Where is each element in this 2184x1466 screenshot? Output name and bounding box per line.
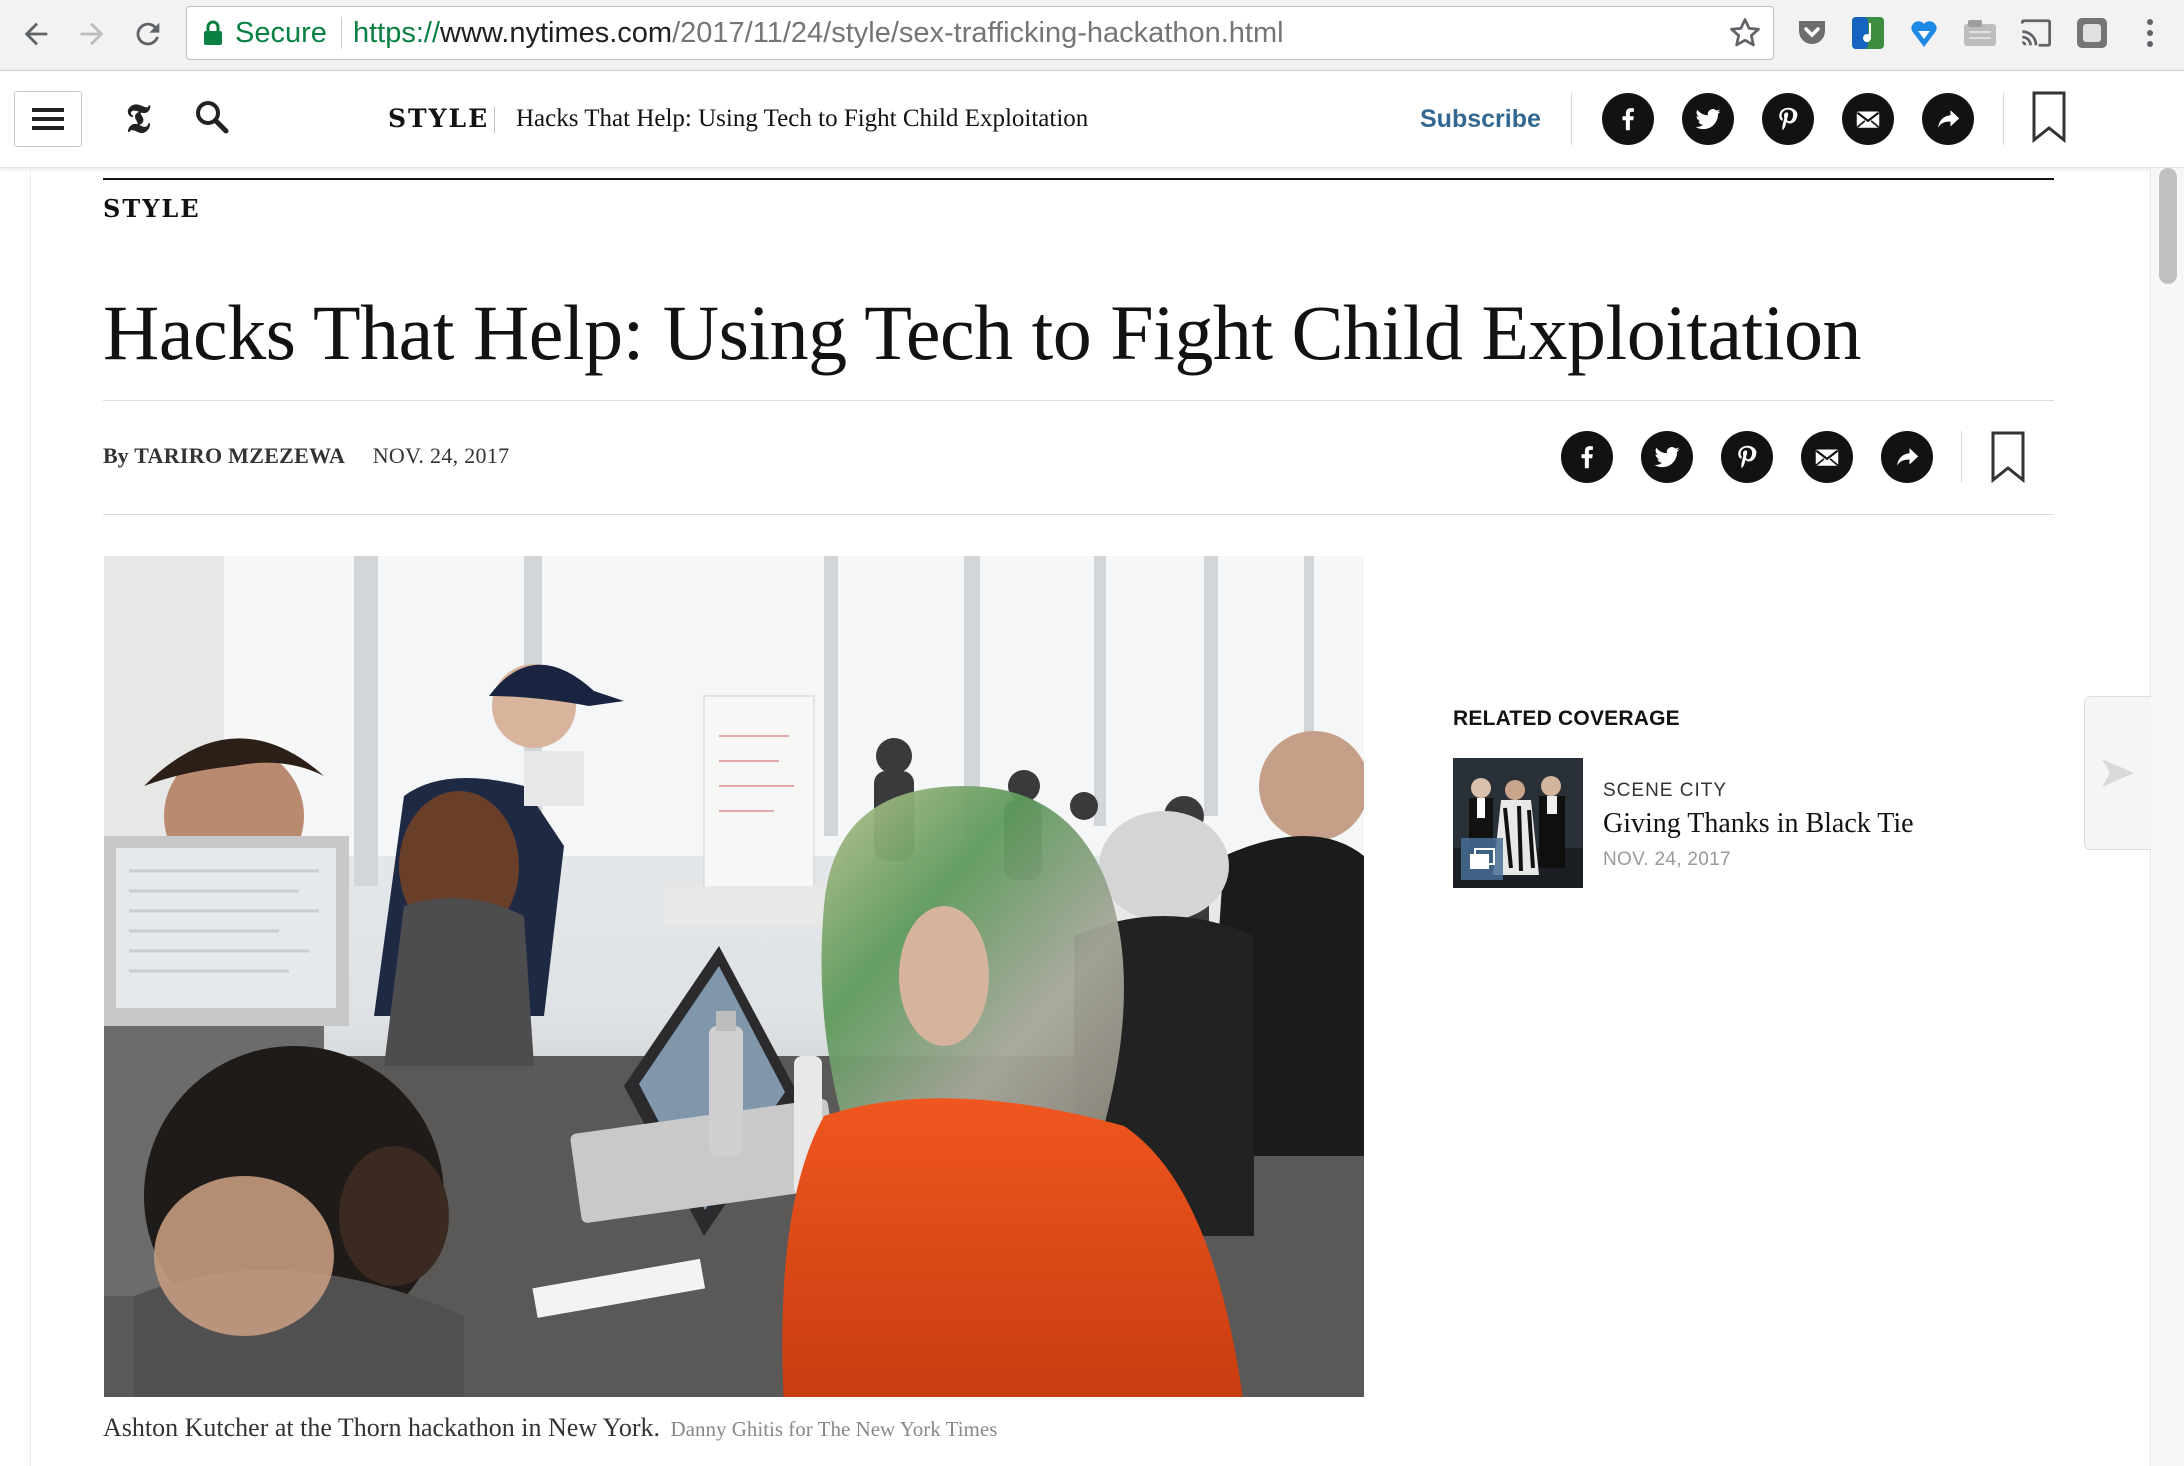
header-divider [494,107,495,133]
header-separator-2 [2003,93,2004,145]
page-scrollbar[interactable] [2150,168,2184,1466]
related-coverage-title: RELATED COVERAGE [1453,707,1680,730]
heart-extension[interactable] [1904,13,1944,53]
browser-toolbar: Secure https://www.nytimes.com/2017/11/2… [0,0,2184,71]
header-email-button[interactable] [1842,93,1894,145]
photo-caption: Ashton Kutcher at the Thorn hackathon in… [103,1410,997,1446]
url-protocol: https:// [353,17,441,49]
star-icon [1730,18,1760,47]
music-note-icon [1852,17,1884,49]
header-section-label[interactable]: STYLE [388,99,489,139]
back-icon [24,22,48,46]
forward-button[interactable] [68,10,116,58]
byline-author[interactable]: TARIRO MZEZEWA [134,443,345,468]
back-button[interactable] [12,10,60,58]
email-icon [1815,449,1839,466]
forward-icon [80,22,104,46]
related-headline-link[interactable]: Giving Thanks in Black Tie [1603,804,1914,844]
chrome-menu-button[interactable] [2130,13,2170,53]
article-email-button[interactable] [1801,431,1853,483]
lock-icon [204,20,222,45]
url-path: /2017/11/24/style/sex-trafficking-hackat… [672,17,1284,49]
reload-button[interactable] [124,10,172,58]
menu-icon [32,108,64,130]
cast-button[interactable] [2016,13,2056,53]
bookmark-icon [2032,91,2066,143]
address-bar[interactable]: Secure https://www.nytimes.com/2017/11/2… [186,6,1774,60]
secure-label: Secure [235,16,327,49]
music-extension[interactable] [1848,13,1888,53]
article-share-button[interactable] [1881,431,1933,483]
related-kicker[interactable]: SCENE CITY [1603,776,1727,806]
scrollbar-thumb[interactable] [2159,168,2177,284]
article-save-button[interactable] [1990,431,2026,483]
grid-extension[interactable] [1960,13,2000,53]
photo-credit: Danny Ghitis for The New York Times [670,1417,998,1441]
sticky-header: 𝕿 STYLE Hacks That Help: Using Tech to F… [0,71,2184,168]
related-thumbnail[interactable] [1453,758,1583,888]
gallery-badge [1461,838,1503,880]
section-kicker[interactable]: STYLE [103,192,201,226]
caption-text: Ashton Kutcher at the Thorn hackathon in… [103,1413,660,1442]
article-pinterest-button[interactable] [1721,431,1773,483]
share-icon [1938,110,1960,128]
lead-photo[interactable] [104,556,1364,1397]
header-pinterest-button[interactable] [1762,93,1814,145]
bookmark-star-button[interactable] [1727,15,1763,51]
folder-icon [1964,20,1996,46]
url-text[interactable]: https://www.nytimes.com/2017/11/24/style… [353,7,1284,59]
bookmark-icon [1991,431,2025,483]
url-host: www.nytimes.com [440,17,673,49]
search-button[interactable] [194,99,234,139]
share-icon [1897,448,1919,466]
header-twitter-button[interactable] [1682,93,1734,145]
publish-date: NOV. 24, 2017 [372,443,510,468]
header-separator [1571,93,1572,145]
header-facebook-button[interactable] [1602,93,1654,145]
next-article-tab[interactable] [2084,696,2151,850]
byline-divider [103,514,2054,515]
article-headline: Hacks That Help: Using Tech to Fight Chi… [103,289,1862,376]
article-facebook-button[interactable] [1561,431,1613,483]
twitter-icon [1695,109,1721,130]
nyt-t-logo[interactable]: 𝕿 [118,93,158,145]
headline-divider [103,400,2054,401]
article-share-separator [1961,431,1962,483]
gallery-icon [1470,848,1495,869]
facebook-icon [1622,108,1634,131]
profile-extension[interactable] [2072,13,2112,53]
header-save-button[interactable] [2031,91,2067,143]
next-arrow-icon [2102,759,2134,787]
pocket-icon [1799,21,1825,44]
page-left-edge [30,168,31,1466]
related-date: NOV. 24, 2017 [1603,849,1731,870]
url-divider [341,17,342,49]
facebook-icon [1581,446,1593,469]
reload-icon [136,22,160,46]
article-twitter-button[interactable] [1641,431,1693,483]
header-share-button[interactable] [1922,93,1974,145]
heart-icon [1911,21,1937,47]
header-headline: Hacks That Help: Using Tech to Fight Chi… [516,105,1089,132]
byline: By TARIRO MZEZEWA NOV. 24, 2017 [103,438,509,474]
cast-icon [2021,19,2051,47]
pinterest-icon [1779,107,1798,131]
more-vert-icon [2147,19,2153,47]
sections-menu-button[interactable] [14,91,82,147]
subscribe-link[interactable]: Subscribe [1420,99,1541,139]
search-icon [196,101,229,134]
hackathon-photo [104,556,1364,1397]
secure-indicator[interactable]: Secure [203,7,327,59]
section-rule [103,178,2054,180]
twitter-icon [1654,447,1680,468]
pocket-extension[interactable] [1792,13,1832,53]
email-icon [1856,111,1880,128]
extension-icon [2077,18,2107,48]
byline-prefix: By [103,443,129,468]
pinterest-icon [1738,445,1757,469]
